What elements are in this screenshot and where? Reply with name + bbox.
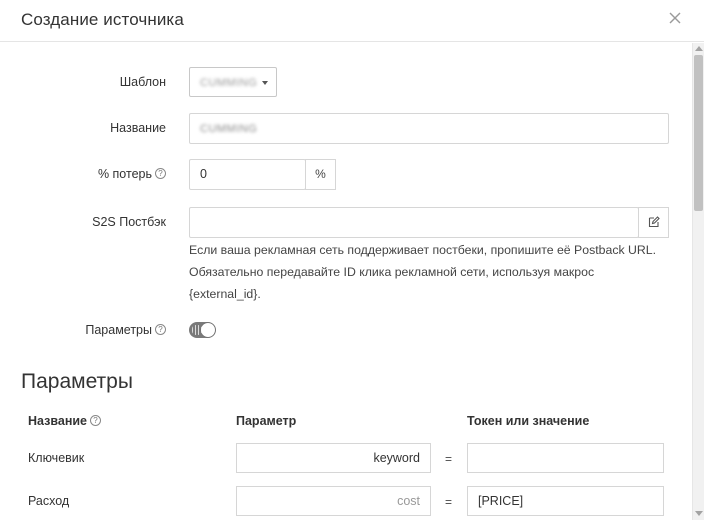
params-toggle-label: Параметры? bbox=[16, 323, 166, 337]
chevron-down-icon bbox=[262, 81, 268, 85]
postback-edit-button[interactable] bbox=[638, 207, 669, 238]
question-circle-icon[interactable]: ? bbox=[155, 324, 166, 336]
modal-scrollbar[interactable] bbox=[692, 43, 704, 520]
loss-input[interactable]: 0 bbox=[189, 159, 306, 190]
col-param-header: Параметр bbox=[236, 414, 297, 428]
postback-label: S2S Постбэк bbox=[92, 215, 166, 229]
loss-value: 0 bbox=[200, 167, 207, 181]
question-circle-icon[interactable]: ? bbox=[155, 168, 166, 180]
col-name-header-text: Название bbox=[28, 414, 88, 428]
modal-title: Создание источника bbox=[21, 10, 184, 29]
params-toggle[interactable] bbox=[189, 322, 216, 338]
template-label: Шаблон bbox=[119, 75, 166, 89]
param-row-name: Ключевик bbox=[28, 451, 85, 465]
scroll-up-icon[interactable] bbox=[695, 46, 703, 51]
param-token-input[interactable] bbox=[467, 443, 664, 473]
param-key-input[interactable]: cost bbox=[236, 486, 431, 516]
postback-hint-line-2: Обязательно передавайте ID клика рекламн… bbox=[189, 265, 595, 279]
params-toggle-label-text: Параметры bbox=[85, 323, 152, 337]
edit-icon bbox=[648, 216, 660, 228]
col-token-header: Токен или значение bbox=[467, 414, 590, 428]
param-key-input[interactable]: keyword bbox=[236, 443, 431, 473]
template-select[interactable]: CUMMING bbox=[189, 67, 277, 97]
template-value: CUMMING bbox=[200, 77, 258, 89]
name-input[interactable]: CUMMING bbox=[189, 113, 669, 144]
name-label: Название bbox=[110, 121, 166, 135]
col-name-header: Название? bbox=[28, 414, 102, 428]
equals-sign: = bbox=[445, 452, 453, 466]
scrollbar-thumb[interactable] bbox=[694, 55, 703, 211]
equals-sign: = bbox=[445, 495, 453, 509]
postback-hint-line-1: Если ваша рекламная сеть поддерживает по… bbox=[189, 243, 657, 257]
toggle-knob bbox=[201, 323, 215, 337]
loss-label-text: % потерь bbox=[97, 167, 152, 181]
param-row-name: Расход bbox=[28, 494, 70, 508]
close-icon[interactable] bbox=[668, 11, 682, 25]
create-source-modal: Создание источника Шаблон CUMMING Назван… bbox=[0, 0, 704, 520]
postback-hint-line-3: {external_id}. bbox=[189, 287, 261, 301]
loss-unit-addon: % bbox=[305, 159, 336, 190]
question-circle-icon[interactable]: ? bbox=[90, 415, 102, 427]
modal-header: Создание источника bbox=[0, 0, 704, 42]
scroll-down-icon[interactable] bbox=[695, 511, 703, 516]
loss-label: % потерь? bbox=[16, 167, 166, 181]
name-value: CUMMING bbox=[200, 123, 258, 135]
param-token-input[interactable]: [PRICE] bbox=[467, 486, 664, 516]
params-section-title: Параметры bbox=[21, 370, 133, 393]
postback-input[interactable] bbox=[189, 207, 639, 238]
modal-body: Шаблон CUMMING Название CUMMING % потерь… bbox=[0, 43, 704, 520]
